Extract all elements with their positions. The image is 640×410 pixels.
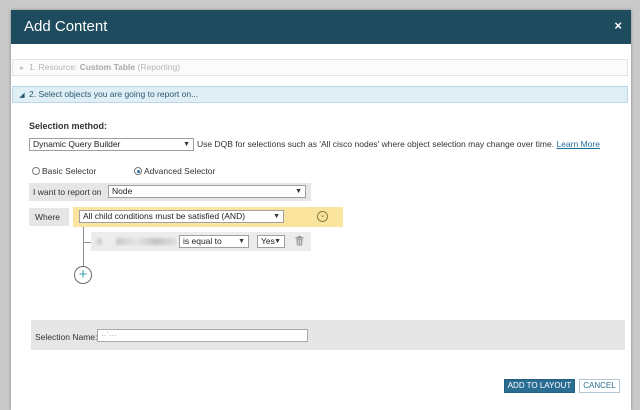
condition-field[interactable] [116, 238, 176, 245]
conjunction-value: All child conditions must be satisfied (… [83, 211, 246, 221]
step-resource[interactable]: ▸ 1. Resource: Custom Table (Reporting) [12, 59, 628, 76]
cancel-button[interactable]: CANCEL [579, 379, 620, 393]
chevron-down-icon: ▼ [273, 213, 280, 220]
radio-checked-icon [134, 167, 142, 175]
report-on-label: I want to report on [33, 187, 102, 197]
collapse-group-icon[interactable]: ⌄ [317, 211, 328, 222]
chevron-down-icon: ▼ [238, 238, 245, 245]
step-select-objects[interactable]: ◢ 2. Select objects you are going to repo… [12, 86, 628, 103]
selection-method-label: Selection method: [29, 121, 108, 131]
advanced-selector-radio[interactable]: Advanced Selector [134, 166, 215, 176]
selection-name-label: Selection Name: [35, 332, 98, 342]
selection-method-select[interactable]: Dynamic Query Builder ▼ [29, 138, 194, 151]
report-on-value: Node [112, 186, 133, 196]
dialog-titlebar: Add Content × [11, 10, 631, 44]
selection-method-hint-text: Use DQB for selections such as 'All cisc… [197, 139, 555, 149]
report-on-row: I want to report on Node ▼ [29, 183, 311, 201]
add-to-layout-button[interactable]: ADD TO LAYOUT [504, 379, 575, 393]
close-icon[interactable]: × [614, 19, 622, 33]
step-resource-prefix: 1. Resource: [29, 62, 80, 72]
conjunction-select[interactable]: All child conditions must be satisfied (… [79, 210, 284, 223]
selection-method-value: Dynamic Query Builder [33, 139, 121, 149]
tree-connector [83, 242, 91, 243]
dialog-title: Add Content [24, 18, 108, 35]
condition-operator-value: is equal to [183, 236, 222, 246]
step-resource-name: Custom Table [79, 62, 136, 72]
basic-selector-label: Basic Selector [42, 166, 97, 176]
selection-name-input[interactable]: ··˙··· [97, 329, 308, 342]
condition-row: is equal to ▼ Yes ▼ [91, 232, 311, 251]
condition-checkbox[interactable] [96, 238, 102, 245]
learn-more-link[interactable]: Learn More [556, 139, 599, 149]
where-label-box: Where [29, 208, 69, 226]
report-on-select[interactable]: Node ▼ [108, 185, 306, 198]
condition-operator-select[interactable]: is equal to ▼ [179, 235, 249, 248]
selection-name-panel: Selection Name: ··˙··· [31, 320, 625, 350]
selection-method-hint: Use DQB for selections such as 'All cisc… [197, 139, 600, 149]
and-group-bar: All child conditions must be satisfied (… [73, 207, 343, 227]
step-select-objects-label: 2. Select objects you are going to repor… [29, 89, 199, 99]
chevron-right-icon: ▸ [20, 65, 24, 72]
chevron-down-icon: ◢ [19, 92, 25, 99]
add-condition-icon[interactable]: + [74, 266, 92, 284]
chevron-down-icon: ▼ [295, 188, 302, 195]
radio-unchecked-icon [32, 167, 40, 175]
trash-icon[interactable] [295, 236, 304, 246]
basic-selector-radio[interactable]: Basic Selector [32, 166, 96, 176]
where-label: Where [35, 212, 61, 222]
condition-value: Yes [261, 236, 275, 246]
advanced-selector-label: Advanced Selector [144, 166, 216, 176]
add-content-dialog: Add Content × ▸ 1. Resource: Custom Table… [11, 10, 631, 410]
chevron-down-icon: ▼ [183, 141, 190, 148]
chevron-down-icon: ▼ [274, 238, 281, 245]
condition-value-select[interactable]: Yes ▼ [257, 235, 285, 248]
step-resource-suffix: (Reporting) [135, 62, 181, 72]
